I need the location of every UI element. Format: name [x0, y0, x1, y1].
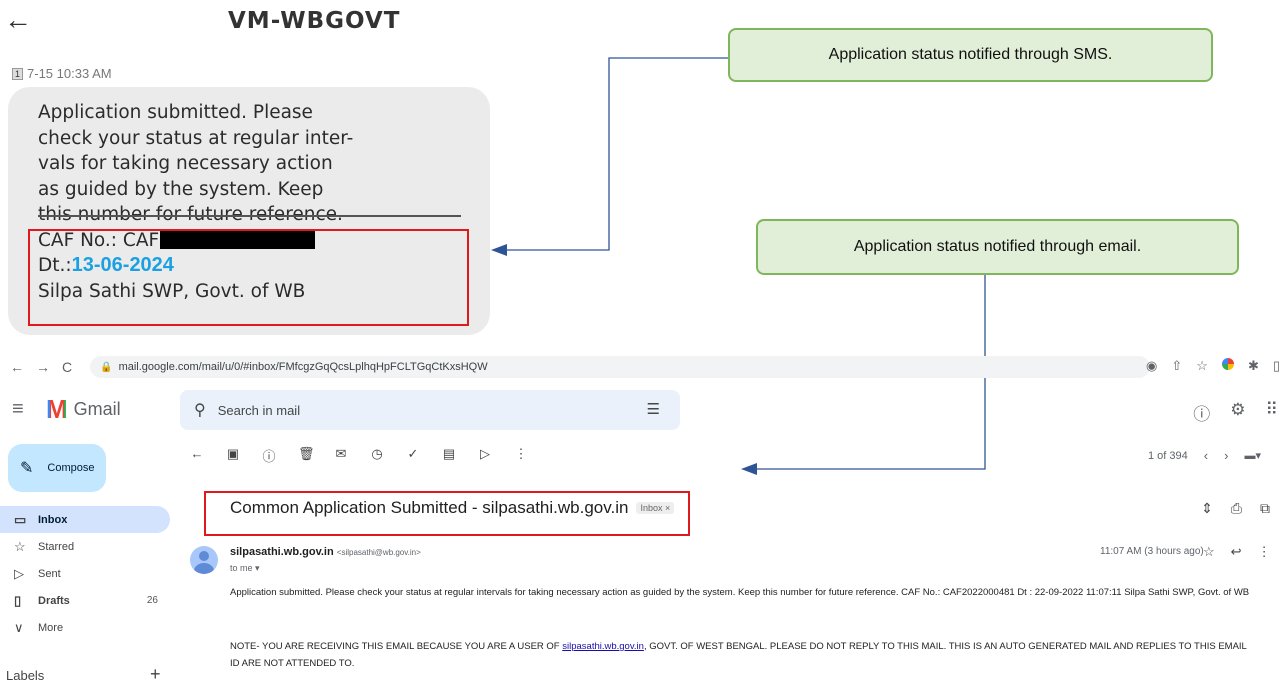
- search-icon[interactable]: ⚲: [194, 400, 206, 420]
- add-task-icon[interactable]: ✓: [406, 446, 420, 465]
- address-bar[interactable]: 🔒 mail.google.com/mail/u/0/#inbox/FMfcgz…: [90, 356, 1151, 378]
- lock-icon[interactable]: 🔒: [100, 362, 112, 373]
- compose-label: Compose: [47, 462, 95, 474]
- delete-icon[interactable]: 🗑: [298, 446, 315, 465]
- nav-item-drafts[interactable]: ▯ Drafts 26: [0, 587, 170, 614]
- move-to-icon[interactable]: ▤: [442, 446, 456, 465]
- sender-email: <silpasathi@wb.gov.in>: [336, 548, 421, 557]
- location-icon[interactable]: ◉: [1146, 358, 1157, 374]
- message-actions: ☆ ↩ ⋮: [1203, 544, 1271, 560]
- nav-label: Sent: [38, 567, 61, 580]
- pager-text: 1 of 394: [1148, 449, 1188, 462]
- message-time: 11:07 AM (3 hours ago): [1100, 546, 1204, 557]
- main-menu-icon[interactable]: ≡: [12, 398, 24, 421]
- back-to-inbox-icon[interactable]: ←: [190, 446, 204, 465]
- search-bar[interactable]: ⚲ Search in mail ☰: [180, 390, 680, 430]
- gmail-logo[interactable]: M Gmail: [46, 396, 121, 422]
- settings-icon[interactable]: ⚙: [1230, 400, 1245, 425]
- nav-label: Starred: [38, 540, 75, 553]
- sender-name: silpasathi.wb.gov.in: [230, 546, 334, 558]
- subject-actions: ⇕ ⎙ ⧉: [1201, 500, 1270, 517]
- archive-icon[interactable]: ▣: [226, 446, 240, 465]
- inbox-icon: ▭: [14, 511, 27, 527]
- star-icon[interactable]: ☆: [1203, 544, 1215, 560]
- note-prefix: NOTE- YOU ARE RECEIVING THIS EMAIL BECAU…: [230, 641, 563, 652]
- recipient-line[interactable]: to me ▾: [230, 563, 260, 574]
- connector-arrows: [491, 57, 986, 475]
- reply-icon[interactable]: ↩: [1231, 544, 1242, 560]
- apps-icon[interactable]: ⠿: [1266, 400, 1278, 425]
- search-options-icon[interactable]: ☰: [647, 400, 660, 418]
- header-actions: ⓘ ⚙ ⠿: [1193, 400, 1278, 425]
- sidepanel-icon[interactable]: ▯: [1273, 358, 1280, 374]
- sms-connector: [506, 57, 728, 251]
- compose-button[interactable]: ✎ Compose: [8, 444, 106, 492]
- more-options-icon[interactable]: ⋮: [514, 446, 528, 465]
- labels-header: Labels: [6, 668, 45, 683]
- star-icon: ☆: [14, 538, 26, 554]
- add-label-icon[interactable]: +: [150, 664, 161, 685]
- chrome-icon[interactable]: [1221, 358, 1234, 370]
- label-icon[interactable]: ▷: [478, 446, 492, 465]
- star-icon[interactable]: ☆: [1196, 358, 1208, 374]
- drafts-count: 26: [146, 595, 158, 606]
- more-icon[interactable]: ⋮: [1258, 544, 1271, 560]
- browser-forward-icon[interactable]: →: [36, 359, 50, 375]
- sent-icon: ▷: [14, 565, 24, 581]
- share-icon[interactable]: ⇧: [1171, 358, 1182, 374]
- reload-icon[interactable]: C: [62, 359, 72, 375]
- drafts-icon: ▯: [14, 592, 22, 608]
- sms-arrowhead: [491, 244, 507, 256]
- sender-info: silpasathi.wb.gov.in <silpasathi@wb.gov.…: [230, 546, 421, 558]
- print-icon[interactable]: ⎙: [1231, 500, 1242, 517]
- puzzle-icon[interactable]: ✱: [1248, 358, 1259, 374]
- browser-back-icon[interactable]: ←: [10, 359, 24, 375]
- email-highlight-box: [204, 491, 690, 536]
- nav-item-starred[interactable]: ☆ Starred: [0, 533, 170, 560]
- nav-label: More: [38, 621, 64, 634]
- gmail-m-icon: M: [46, 394, 68, 424]
- url-text: mail.google.com/mail/u/0/#inbox/FMfcgzGq…: [118, 361, 488, 373]
- nav-item-inbox[interactable]: ▭ Inbox: [0, 506, 170, 533]
- report-spam-icon[interactable]: ⓘ: [262, 446, 276, 465]
- sender-avatar: [190, 546, 218, 574]
- silpasathi-link[interactable]: silpasathi.wb.gov.in: [562, 641, 644, 652]
- mailbox-nav: ▭ Inbox ☆ Starred ▷ Sent ▯ Drafts 26 ∨ M…: [0, 506, 170, 641]
- gmail-wordmark: Gmail: [73, 398, 121, 419]
- prev-icon[interactable]: ‹: [1204, 448, 1208, 463]
- snooze-icon[interactable]: ◷: [370, 446, 384, 465]
- email-note: NOTE- YOU ARE RECEIVING THIS EMAIL BECAU…: [230, 638, 1250, 672]
- nav-item-sent[interactable]: ▷ Sent: [0, 560, 170, 587]
- expand-icon[interactable]: ⇕: [1201, 500, 1213, 517]
- pencil-icon: ✎: [20, 460, 34, 477]
- nav-label: Drafts: [38, 594, 70, 607]
- open-new-window-icon[interactable]: ⧉: [1260, 500, 1270, 517]
- extension-icons: ◉ ⇧ ☆ ✱ ▯: [1146, 358, 1280, 374]
- browser-nav: ← → C: [10, 359, 72, 375]
- email-arrowhead: [741, 463, 757, 475]
- search-input[interactable]: Search in mail: [218, 403, 300, 418]
- nav-label: Inbox: [38, 513, 68, 526]
- browser-toolbar: ← → C 🔒 mail.google.com/mail/u/0/#inbox/…: [0, 354, 1288, 380]
- mark-unread-icon[interactable]: ✉: [334, 446, 348, 465]
- input-tools-icon[interactable]: ▬▾: [1244, 449, 1261, 462]
- more-icon: ∨: [14, 619, 24, 635]
- pagination: 1 of 394 ‹ › ▬▾: [1148, 448, 1261, 463]
- annotated-screenshot: ← VM-WBGOVT 1 7-15 10:33 AM Application s…: [0, 0, 1288, 686]
- message-toolbar: ← ▣ ⓘ 🗑 ✉ ◷ ✓ ▤ ▷ ⋮: [190, 446, 528, 465]
- help-icon[interactable]: ⓘ: [1193, 400, 1210, 425]
- nav-item-more[interactable]: ∨ More: [0, 614, 170, 641]
- next-icon[interactable]: ›: [1224, 448, 1228, 463]
- email-body: Application submitted. Please check your…: [230, 587, 1250, 598]
